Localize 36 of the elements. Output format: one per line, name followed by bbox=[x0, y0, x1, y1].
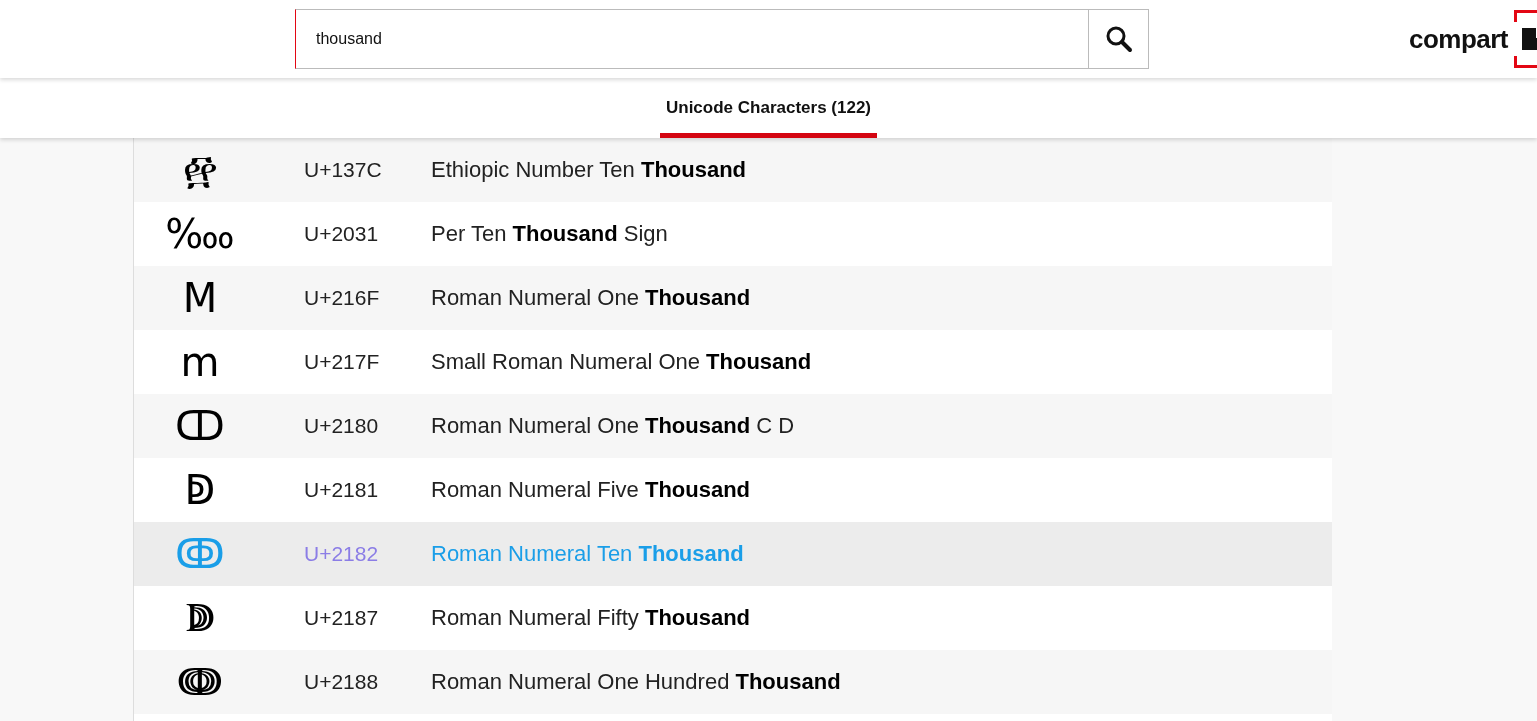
code-point: U+2181 bbox=[303, 478, 380, 502]
character-row[interactable]: Ⅿ U+216F Roman Numeral One Thousand bbox=[134, 266, 1332, 330]
character-glyph: ‱ bbox=[164, 211, 236, 257]
character-name: Roman Numeral One Thousand C D bbox=[431, 413, 795, 439]
code-point: U+2188 bbox=[303, 670, 380, 694]
character-name: Roman Numeral One Hundred Thousand bbox=[431, 669, 841, 695]
search-field[interactable]: thousand bbox=[295, 9, 1089, 69]
character-row[interactable]: ↈ U+2188 Roman Numeral One Hundred Thousand bbox=[134, 650, 1332, 714]
search-icon bbox=[1104, 25, 1133, 53]
code-point: U+2031 bbox=[303, 222, 380, 246]
character-glyph: ↁ bbox=[183, 467, 217, 513]
character-glyph: ⅿ bbox=[179, 339, 221, 385]
character-name: Small Roman Numeral One Thousand bbox=[431, 349, 812, 375]
code-point: U+137C bbox=[303, 158, 383, 182]
character-glyph: ↀ bbox=[174, 403, 226, 449]
logo-mark-icon bbox=[1514, 10, 1537, 68]
logo-text: compart bbox=[1408, 23, 1508, 55]
character-name: Roman Numeral Ten Thousand bbox=[431, 541, 744, 567]
character-row[interactable]: ↀ U+2180 Roman Numeral One Thousand C D bbox=[134, 394, 1332, 458]
character-glyph: ↂ bbox=[174, 531, 226, 577]
code-point: U+2180 bbox=[303, 414, 380, 438]
code-point: U+217F bbox=[303, 350, 381, 374]
character-row[interactable]: ፼ U+137C Ethiopic Number Ten Thousand bbox=[134, 138, 1332, 202]
code-point: U+2187 bbox=[303, 606, 380, 630]
character-glyph: ↈ bbox=[177, 659, 223, 705]
search-button[interactable] bbox=[1089, 9, 1149, 69]
character-name: Ethiopic Number Ten Thousand bbox=[431, 157, 747, 183]
character-name: Roman Numeral Fifty Thousand bbox=[431, 605, 751, 631]
code-point: U+2182 bbox=[303, 542, 380, 566]
character-name: Roman Numeral One Thousand bbox=[431, 285, 751, 311]
character-glyph: ↇ bbox=[184, 595, 216, 641]
character-name: Roman Numeral Five Thousand bbox=[431, 477, 751, 503]
code-point: U+216F bbox=[303, 286, 381, 310]
character-glyph: ፼ bbox=[181, 147, 219, 193]
character-name: Per Ten Thousand Sign bbox=[431, 221, 668, 247]
character-glyph: Ⅿ bbox=[181, 275, 219, 321]
